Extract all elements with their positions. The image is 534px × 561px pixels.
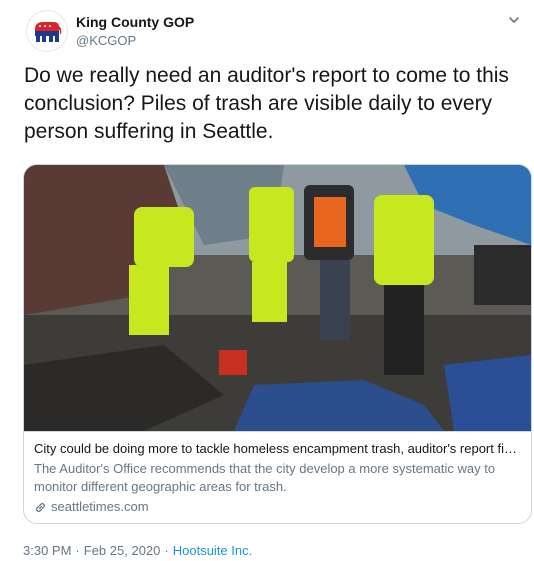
card-image	[24, 165, 531, 431]
card-domain: seattletimes.com	[51, 499, 149, 514]
author-handle[interactable]: @KCGOP	[76, 33, 136, 48]
meta-separator-2: ·	[164, 543, 169, 558]
avatar[interactable]	[26, 10, 68, 52]
card-description: The Auditor's Office recommends that the…	[34, 461, 496, 494]
link-icon	[36, 502, 45, 512]
tweet-source-link[interactable]: Hootsuite Inc.	[173, 543, 253, 558]
card-title: City could be doing more to tackle homel…	[34, 441, 521, 456]
chevron-down-icon	[509, 17, 519, 23]
tweet-date[interactable]: Feb 25, 2020	[84, 543, 161, 558]
link-preview-card[interactable]: City could be doing more to tackle homel…	[23, 164, 532, 524]
card-domain-row: seattletimes.com	[34, 498, 521, 516]
tweet-text: Do we really need an auditor's report to…	[24, 64, 509, 143]
republican-elephant-icon	[31, 15, 63, 47]
more-options-caret[interactable]	[504, 10, 524, 30]
author-display-name[interactable]: King County GOP	[76, 14, 194, 30]
tweet-time[interactable]: 3:30 PM	[23, 543, 71, 558]
meta-separator: ·	[75, 543, 80, 558]
tweet-meta: 3:30 PM · Feb 25, 2020 · Hootsuite Inc.	[23, 543, 252, 558]
